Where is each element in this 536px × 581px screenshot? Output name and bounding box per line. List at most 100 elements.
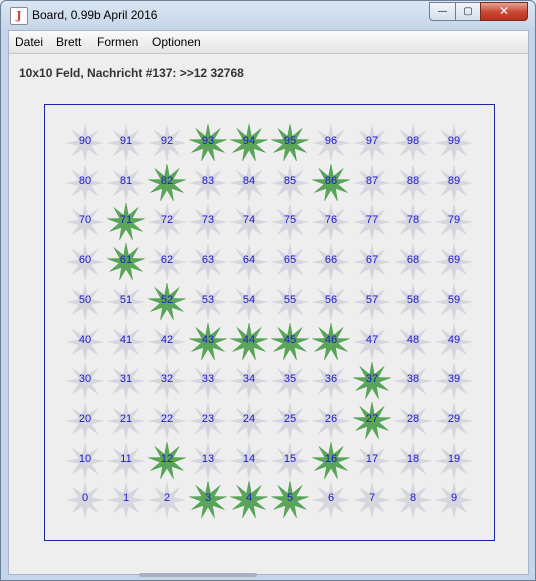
board-cell-15[interactable]: 15 bbox=[268, 441, 312, 481]
menu-brett[interactable]: Brett bbox=[56, 35, 81, 49]
board-cell-89[interactable]: 89 bbox=[432, 163, 476, 203]
board-cell-86[interactable]: 86 bbox=[309, 163, 353, 203]
board-cell-16[interactable]: 16 bbox=[309, 441, 353, 481]
board-cell-57[interactable]: 57 bbox=[350, 282, 394, 322]
board-cell-38[interactable]: 38 bbox=[391, 361, 435, 401]
board-cell-76[interactable]: 76 bbox=[309, 202, 353, 242]
board-cell-18[interactable]: 18 bbox=[391, 441, 435, 481]
board-cell-9[interactable]: 9 bbox=[432, 480, 476, 520]
board-cell-87[interactable]: 87 bbox=[350, 163, 394, 203]
board-cell-66[interactable]: 66 bbox=[309, 242, 353, 282]
board-cell-63[interactable]: 63 bbox=[186, 242, 230, 282]
board-cell-24[interactable]: 24 bbox=[227, 401, 271, 441]
board-cell-68[interactable]: 68 bbox=[391, 242, 435, 282]
board-cell-52[interactable]: 52 bbox=[145, 282, 189, 322]
board-cell-96[interactable]: 96 bbox=[309, 123, 353, 163]
board-cell-20[interactable]: 20 bbox=[63, 401, 107, 441]
board-cell-34[interactable]: 34 bbox=[227, 361, 271, 401]
minimize-button[interactable]: — bbox=[429, 2, 456, 21]
board-cell-8[interactable]: 8 bbox=[391, 480, 435, 520]
board-cell-92[interactable]: 92 bbox=[145, 123, 189, 163]
board-cell-19[interactable]: 19 bbox=[432, 441, 476, 481]
board-cell-29[interactable]: 29 bbox=[432, 401, 476, 441]
menu-optionen[interactable]: Optionen bbox=[152, 35, 201, 49]
menu-formen[interactable]: Formen bbox=[97, 35, 138, 49]
board-cell-62[interactable]: 62 bbox=[145, 242, 189, 282]
board-cell-51[interactable]: 51 bbox=[104, 282, 148, 322]
board-cell-75[interactable]: 75 bbox=[268, 202, 312, 242]
board-cell-78[interactable]: 78 bbox=[391, 202, 435, 242]
board-cell-67[interactable]: 67 bbox=[350, 242, 394, 282]
board-cell-14[interactable]: 14 bbox=[227, 441, 271, 481]
board-cell-56[interactable]: 56 bbox=[309, 282, 353, 322]
board-cell-53[interactable]: 53 bbox=[186, 282, 230, 322]
board-cell-94[interactable]: 94 bbox=[227, 123, 271, 163]
board-cell-54[interactable]: 54 bbox=[227, 282, 271, 322]
board-cell-4[interactable]: 4 bbox=[227, 480, 271, 520]
board-cell-28[interactable]: 28 bbox=[391, 401, 435, 441]
board-cell-64[interactable]: 64 bbox=[227, 242, 271, 282]
board-cell-26[interactable]: 26 bbox=[309, 401, 353, 441]
board-cell-80[interactable]: 80 bbox=[63, 163, 107, 203]
board-cell-70[interactable]: 70 bbox=[63, 202, 107, 242]
board-cell-91[interactable]: 91 bbox=[104, 123, 148, 163]
board-cell-95[interactable]: 95 bbox=[268, 123, 312, 163]
board-cell-27[interactable]: 27 bbox=[350, 401, 394, 441]
java-app-icon[interactable]: J bbox=[10, 7, 28, 25]
board-cell-99[interactable]: 99 bbox=[432, 123, 476, 163]
board-cell-2[interactable]: 2 bbox=[145, 480, 189, 520]
board-cell-48[interactable]: 48 bbox=[391, 322, 435, 362]
board-cell-47[interactable]: 47 bbox=[350, 322, 394, 362]
board-cell-72[interactable]: 72 bbox=[145, 202, 189, 242]
board-cell-36[interactable]: 36 bbox=[309, 361, 353, 401]
board-cell-88[interactable]: 88 bbox=[391, 163, 435, 203]
board-cell-21[interactable]: 21 bbox=[104, 401, 148, 441]
board-cell-32[interactable]: 32 bbox=[145, 361, 189, 401]
board-cell-3[interactable]: 3 bbox=[186, 480, 230, 520]
board-cell-0[interactable]: 0 bbox=[63, 480, 107, 520]
board-cell-90[interactable]: 90 bbox=[63, 123, 107, 163]
close-button[interactable]: ✕ bbox=[480, 2, 528, 21]
board-cell-71[interactable]: 71 bbox=[104, 202, 148, 242]
board-cell-79[interactable]: 79 bbox=[432, 202, 476, 242]
board-cell-65[interactable]: 65 bbox=[268, 242, 312, 282]
board-cell-30[interactable]: 30 bbox=[63, 361, 107, 401]
board-cell-31[interactable]: 31 bbox=[104, 361, 148, 401]
board-cell-82[interactable]: 82 bbox=[145, 163, 189, 203]
board-cell-60[interactable]: 60 bbox=[63, 242, 107, 282]
board-cell-5[interactable]: 5 bbox=[268, 480, 312, 520]
board-cell-35[interactable]: 35 bbox=[268, 361, 312, 401]
board-cell-43[interactable]: 43 bbox=[186, 322, 230, 362]
board-cell-74[interactable]: 74 bbox=[227, 202, 271, 242]
board-cell-44[interactable]: 44 bbox=[227, 322, 271, 362]
board-cell-81[interactable]: 81 bbox=[104, 163, 148, 203]
board-cell-23[interactable]: 23 bbox=[186, 401, 230, 441]
board-cell-37[interactable]: 37 bbox=[350, 361, 394, 401]
board-cell-61[interactable]: 61 bbox=[104, 242, 148, 282]
board-cell-40[interactable]: 40 bbox=[63, 322, 107, 362]
board-cell-22[interactable]: 22 bbox=[145, 401, 189, 441]
board-cell-69[interactable]: 69 bbox=[432, 242, 476, 282]
board-cell-41[interactable]: 41 bbox=[104, 322, 148, 362]
board-cell-55[interactable]: 55 bbox=[268, 282, 312, 322]
board-cell-11[interactable]: 11 bbox=[104, 441, 148, 481]
board-cell-73[interactable]: 73 bbox=[186, 202, 230, 242]
board-cell-84[interactable]: 84 bbox=[227, 163, 271, 203]
menu-datei[interactable]: Datei bbox=[15, 35, 43, 49]
board-cell-25[interactable]: 25 bbox=[268, 401, 312, 441]
board-cell-33[interactable]: 33 bbox=[186, 361, 230, 401]
board-cell-77[interactable]: 77 bbox=[350, 202, 394, 242]
board-cell-58[interactable]: 58 bbox=[391, 282, 435, 322]
board-cell-97[interactable]: 97 bbox=[350, 123, 394, 163]
board-cell-10[interactable]: 10 bbox=[63, 441, 107, 481]
board-cell-17[interactable]: 17 bbox=[350, 441, 394, 481]
board-cell-42[interactable]: 42 bbox=[145, 322, 189, 362]
horizontal-scrollbar[interactable] bbox=[139, 573, 257, 577]
board-cell-85[interactable]: 85 bbox=[268, 163, 312, 203]
board-cell-46[interactable]: 46 bbox=[309, 322, 353, 362]
board-cell-49[interactable]: 49 bbox=[432, 322, 476, 362]
board-cell-12[interactable]: 12 bbox=[145, 441, 189, 481]
board-cell-39[interactable]: 39 bbox=[432, 361, 476, 401]
board-cell-13[interactable]: 13 bbox=[186, 441, 230, 481]
board-cell-7[interactable]: 7 bbox=[350, 480, 394, 520]
